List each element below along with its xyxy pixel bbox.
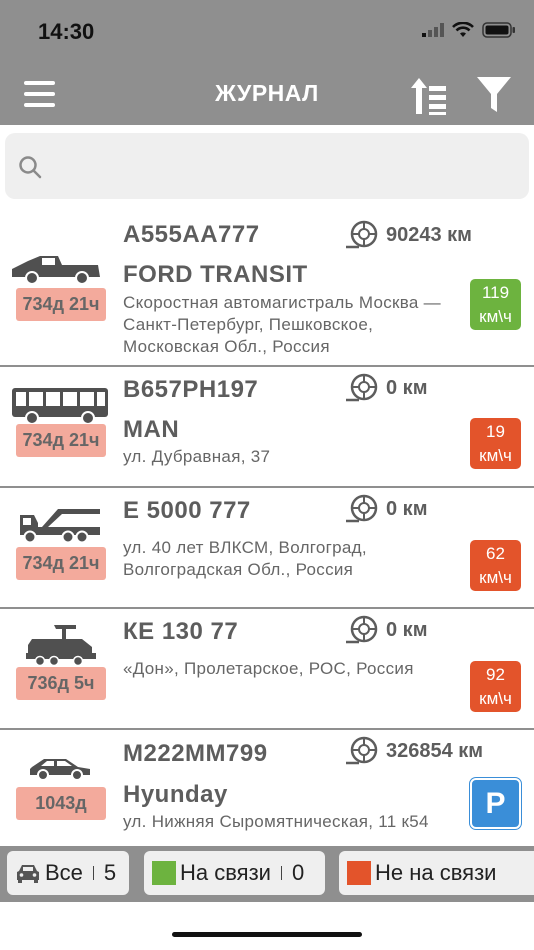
paver-icon	[26, 625, 96, 667]
vehicle-address: «Дон», Пролетарское, РОС, Россия	[123, 659, 414, 678]
speed-badge: 92 км\ч	[470, 661, 521, 712]
filter-bar: Все 5 На связи 0 Не на связи	[0, 846, 534, 902]
sort-icon	[411, 78, 446, 115]
filter-online-chip[interactable]: На связи 0	[144, 851, 325, 895]
vehicle-row[interactable]: 1043д М222ММ799 326854 км Hyunday ул. Ни…	[0, 730, 534, 845]
wifi-icon	[452, 22, 474, 37]
duration-badge: 1043д	[16, 787, 106, 820]
pickup-truck-icon	[12, 256, 100, 285]
odometer: 326854 км	[345, 736, 483, 766]
duration-badge: 734д 21ч	[16, 424, 106, 457]
speed-badge: 62 км\ч	[470, 540, 521, 591]
vehicle-model: FORD TRANSIT	[123, 261, 308, 288]
vehicle-row[interactable]: 734д 21ч А555АА777 90243 км FORD TRANSIT…	[0, 210, 534, 367]
filter-offline-chip[interactable]: Не на связи	[339, 851, 534, 895]
vehicle-row[interactable]: 734д 21ч В657РН197 0 км MAN ул. Дубравна…	[0, 367, 534, 488]
duration-badge: 734д 21ч	[16, 547, 106, 580]
offline-color-swatch	[347, 861, 371, 885]
vehicle-address: ул. Нижняя Сыромятническая, 11 к54	[123, 812, 429, 831]
duration-badge: 734д 21ч	[16, 288, 106, 321]
odometer-value: 326854 км	[386, 739, 484, 762]
odometer-value: 0 км	[386, 497, 428, 520]
filter-online-label: На связи	[180, 860, 271, 885]
parking-badge: P	[470, 778, 521, 829]
car-icon	[17, 865, 39, 883]
plate-number: М222ММ799	[123, 740, 268, 767]
tire-icon	[346, 494, 378, 523]
speed-badge: 119 км\ч	[470, 279, 521, 330]
filter-online-count: 0	[291, 860, 305, 885]
tire-icon	[346, 615, 378, 644]
duration-badge: 736д 5ч	[16, 667, 106, 700]
filter-icon	[477, 77, 511, 112]
speed-badge: 19 км\ч	[470, 418, 521, 469]
vehicle-list: 734д 21ч А555АА777 90243 км FORD TRANSIT…	[0, 210, 534, 845]
search-bar[interactable]	[5, 133, 529, 199]
search-input[interactable]	[51, 145, 515, 187]
tire-icon	[346, 220, 378, 249]
home-indicator	[172, 932, 362, 937]
divider	[92, 866, 94, 880]
bus-icon	[12, 388, 108, 425]
status-bar: 14:30	[0, 0, 534, 65]
tire-icon	[346, 373, 378, 402]
search-icon	[19, 156, 42, 179]
divider	[280, 866, 282, 880]
filter-all-label: Все	[45, 860, 83, 885]
sedan-icon	[30, 759, 90, 781]
odometer: 90243 км	[345, 220, 472, 250]
status-time: 14:30	[38, 19, 95, 44]
odometer-value: 0 км	[386, 376, 428, 399]
odometer: 0 км	[345, 615, 427, 645]
filter-all-count: 5	[103, 860, 117, 885]
online-color-swatch	[152, 861, 176, 885]
tire-icon	[346, 736, 378, 765]
sort-button[interactable]	[410, 76, 448, 116]
cellular-signal-icon	[422, 23, 444, 37]
crane-truck-icon	[20, 509, 100, 544]
odometer-value: 90243 км	[386, 223, 472, 246]
vehicle-model: Hyunday	[123, 781, 228, 808]
odometer-value: 0 км	[386, 618, 428, 641]
page-title: ЖУРНАЛ	[215, 80, 319, 106]
status-icons	[422, 22, 516, 38]
filter-all-chip[interactable]: Все 5	[7, 851, 129, 895]
vehicle-model: MAN	[123, 416, 180, 443]
filter-offline-label: Не на связи	[375, 860, 497, 885]
odometer: 0 км	[345, 373, 427, 403]
nav-bar: ЖУРНАЛ	[0, 65, 534, 125]
plate-number: В657РН197	[123, 376, 259, 403]
filter-button[interactable]	[476, 76, 512, 114]
plate-number: А555АА777	[123, 221, 260, 248]
vehicle-row[interactable]: 736д 5ч КЕ 130 77 0 км «Дон», Пролетарск…	[0, 609, 534, 730]
vehicle-row[interactable]: 734д 21ч Е 5000 777 0 км ул. 40 лет ВЛКС…	[0, 488, 534, 609]
battery-icon	[482, 22, 515, 38]
vehicle-address: Скоростная автомагистраль Москва — Санкт…	[123, 293, 441, 356]
vehicle-address: ул. Дубравная, 37	[123, 447, 271, 466]
vehicle-address: ул. 40 лет ВЛКСМ, Волгоград, Волгоградск…	[123, 538, 367, 579]
plate-number: Е 5000 777	[123, 497, 251, 524]
odometer: 0 км	[345, 494, 427, 524]
plate-number: КЕ 130 77	[123, 618, 239, 645]
